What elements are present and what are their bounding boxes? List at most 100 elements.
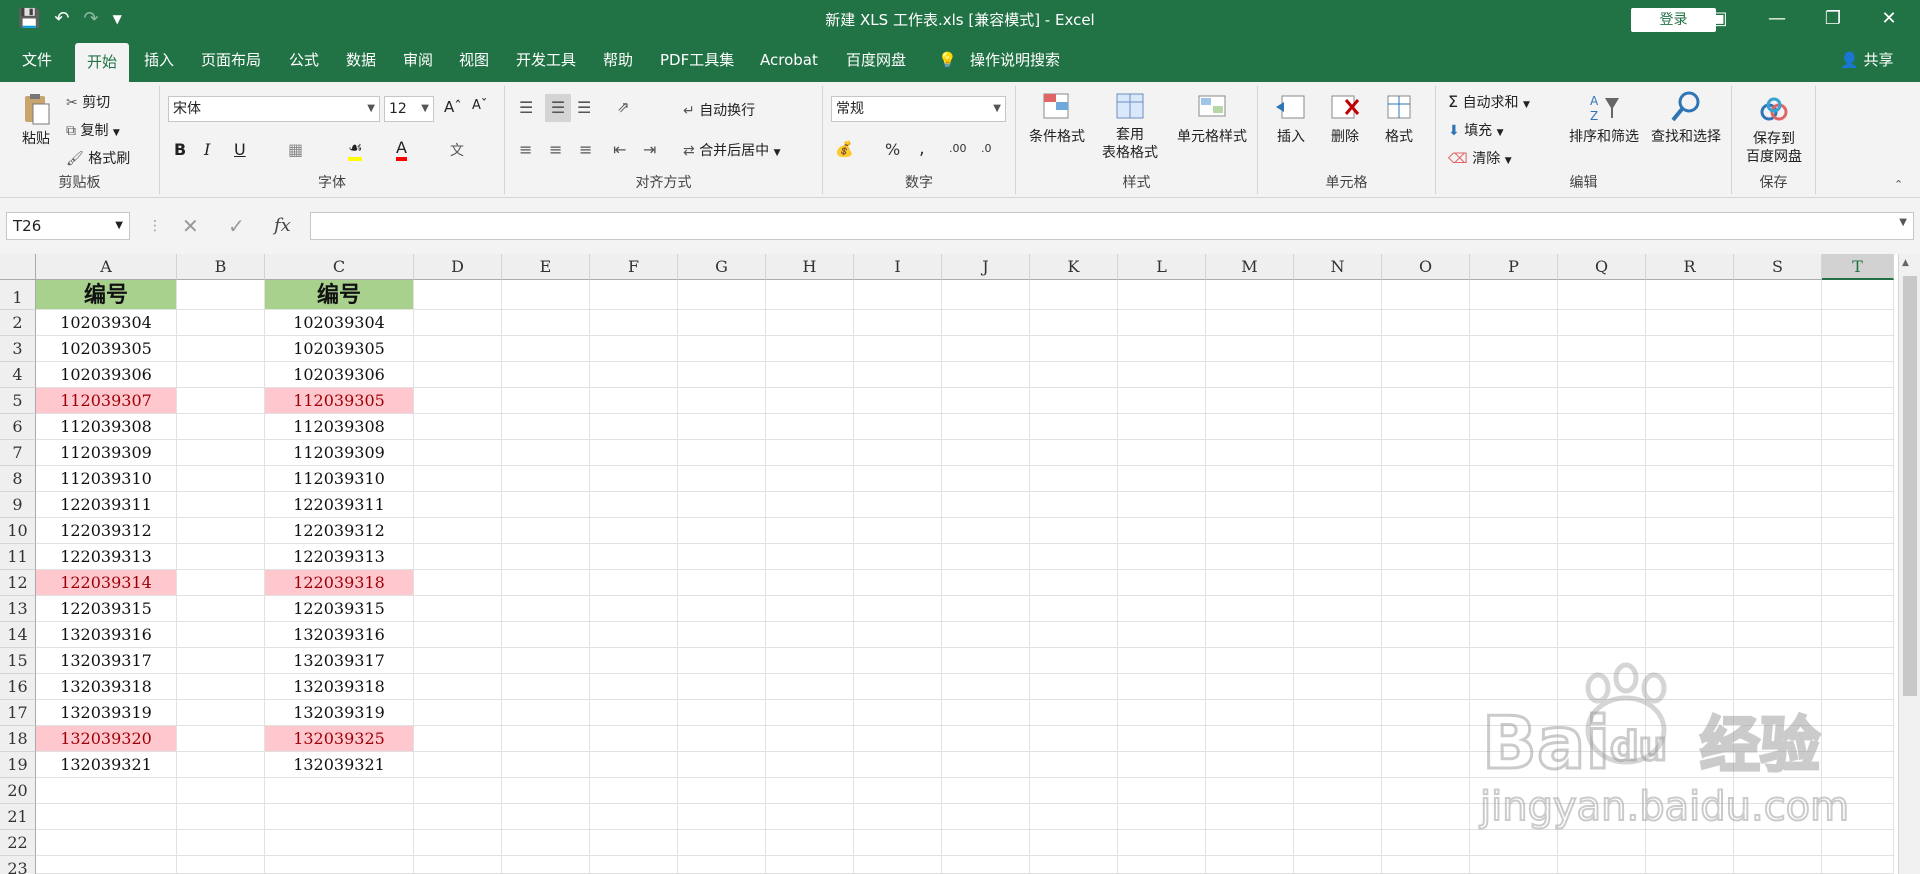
cell-q13[interactable]: [1558, 596, 1646, 622]
cell-d16[interactable]: [414, 674, 502, 700]
cell-e14[interactable]: [502, 622, 590, 648]
row-header-10[interactable]: 10: [0, 518, 36, 544]
border-icon[interactable]: ▦: [288, 140, 303, 159]
cell-g4[interactable]: [678, 362, 766, 388]
cell-t13[interactable]: [1822, 596, 1894, 622]
cell-o5[interactable]: [1382, 388, 1470, 414]
cell-p23[interactable]: [1470, 856, 1558, 874]
merge-center-button[interactable]: ⇄ 合并后居中 ▼: [683, 140, 781, 160]
cell-n8[interactable]: [1294, 466, 1382, 492]
cell-i13[interactable]: [854, 596, 942, 622]
cell-a13[interactable]: 122039315: [36, 596, 177, 622]
cell-a14[interactable]: 132039316: [36, 622, 177, 648]
tab-review[interactable]: 审阅: [403, 38, 433, 82]
cell-l13[interactable]: [1118, 596, 1206, 622]
cell-m19[interactable]: [1206, 752, 1294, 778]
row-header-12[interactable]: 12: [0, 570, 36, 596]
cell-e21[interactable]: [502, 804, 590, 830]
cell-f11[interactable]: [590, 544, 678, 570]
cell-d17[interactable]: [414, 700, 502, 726]
cell-n4[interactable]: [1294, 362, 1382, 388]
cell-o18[interactable]: [1382, 726, 1470, 752]
cell-p1[interactable]: [1470, 280, 1558, 310]
column-header-s[interactable]: S: [1734, 254, 1822, 280]
cell-k12[interactable]: [1030, 570, 1118, 596]
cell-k7[interactable]: [1030, 440, 1118, 466]
restore-icon[interactable]: ❐: [1810, 5, 1856, 33]
format-as-table-button[interactable]: 套用 表格格式: [1094, 90, 1166, 162]
cell-r8[interactable]: [1646, 466, 1734, 492]
cell-n22[interactable]: [1294, 830, 1382, 856]
column-header-n[interactable]: N: [1294, 254, 1382, 280]
cell-g13[interactable]: [678, 596, 766, 622]
cell-g6[interactable]: [678, 414, 766, 440]
cell-m2[interactable]: [1206, 310, 1294, 336]
cell-b22[interactable]: [177, 830, 265, 856]
cell-a2[interactable]: 102039304: [36, 310, 177, 336]
font-color-icon[interactable]: A: [396, 138, 407, 161]
cell-m1[interactable]: [1206, 280, 1294, 310]
align-top-icon[interactable]: ☰: [519, 98, 533, 117]
cell-j21[interactable]: [942, 804, 1030, 830]
cell-n21[interactable]: [1294, 804, 1382, 830]
cell-b3[interactable]: [177, 336, 265, 362]
delete-cells-button[interactable]: 删除: [1320, 90, 1370, 146]
cell-m21[interactable]: [1206, 804, 1294, 830]
cell-f7[interactable]: [590, 440, 678, 466]
cell-m4[interactable]: [1206, 362, 1294, 388]
align-left-icon[interactable]: ≡: [519, 140, 532, 159]
cell-o13[interactable]: [1382, 596, 1470, 622]
cell-i4[interactable]: [854, 362, 942, 388]
cell-j18[interactable]: [942, 726, 1030, 752]
cell-o3[interactable]: [1382, 336, 1470, 362]
cell-n11[interactable]: [1294, 544, 1382, 570]
column-header-h[interactable]: H: [766, 254, 854, 280]
cell-c5[interactable]: 112039305: [265, 388, 414, 414]
column-header-g[interactable]: G: [678, 254, 766, 280]
cell-l17[interactable]: [1118, 700, 1206, 726]
cell-p5[interactable]: [1470, 388, 1558, 414]
cell-e6[interactable]: [502, 414, 590, 440]
cell-i20[interactable]: [854, 778, 942, 804]
cell-h4[interactable]: [766, 362, 854, 388]
decrease-indent-icon[interactable]: ⇤: [613, 140, 626, 159]
cell-f1[interactable]: [590, 280, 678, 310]
cell-l7[interactable]: [1118, 440, 1206, 466]
cell-f6[interactable]: [590, 414, 678, 440]
cell-t1[interactable]: [1822, 280, 1894, 310]
accounting-icon[interactable]: 💰: [835, 140, 854, 158]
cell-e1[interactable]: [502, 280, 590, 310]
cell-m13[interactable]: [1206, 596, 1294, 622]
row-header-18[interactable]: 18: [0, 726, 36, 752]
cell-l2[interactable]: [1118, 310, 1206, 336]
column-header-i[interactable]: I: [854, 254, 942, 280]
cell-a3[interactable]: 102039305: [36, 336, 177, 362]
cell-a20[interactable]: [36, 778, 177, 804]
cell-a10[interactable]: 122039312: [36, 518, 177, 544]
increase-indent-icon[interactable]: ⇥: [643, 140, 656, 159]
cell-b12[interactable]: [177, 570, 265, 596]
tab-pdf-tools[interactable]: PDF工具集: [660, 38, 734, 82]
cell-i16[interactable]: [854, 674, 942, 700]
cell-j4[interactable]: [942, 362, 1030, 388]
cell-i18[interactable]: [854, 726, 942, 752]
column-header-f[interactable]: F: [590, 254, 678, 280]
cell-d2[interactable]: [414, 310, 502, 336]
cell-k9[interactable]: [1030, 492, 1118, 518]
cell-m16[interactable]: [1206, 674, 1294, 700]
cell-p6[interactable]: [1470, 414, 1558, 440]
row-header-21[interactable]: 21: [0, 804, 36, 830]
cell-c20[interactable]: [265, 778, 414, 804]
cell-l22[interactable]: [1118, 830, 1206, 856]
cell-r5[interactable]: [1646, 388, 1734, 414]
cell-e18[interactable]: [502, 726, 590, 752]
cell-m7[interactable]: [1206, 440, 1294, 466]
cell-j2[interactable]: [942, 310, 1030, 336]
cell-n13[interactable]: [1294, 596, 1382, 622]
cell-l12[interactable]: [1118, 570, 1206, 596]
cell-r9[interactable]: [1646, 492, 1734, 518]
cell-g14[interactable]: [678, 622, 766, 648]
cell-q5[interactable]: [1558, 388, 1646, 414]
cell-e12[interactable]: [502, 570, 590, 596]
cell-i6[interactable]: [854, 414, 942, 440]
